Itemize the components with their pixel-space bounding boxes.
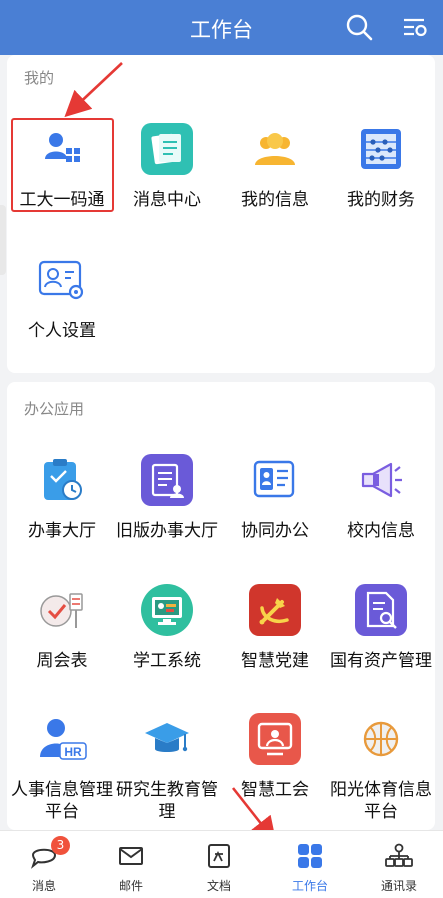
- app-gongda-yimatong[interactable]: 工大一码通: [7, 123, 117, 211]
- meeting-board-icon: [36, 584, 88, 636]
- my-apps-card: 我的 工大一码通 消息中心 我的信息 我的财务 个人设置: [7, 55, 435, 373]
- chat-bubble-icon: 3: [29, 836, 70, 871]
- mail-icon: [116, 841, 146, 871]
- old-service-hall-icon: [141, 454, 193, 506]
- app-label: 智慧工会: [241, 780, 309, 800]
- app-label: 阳光体育信息平台: [330, 780, 432, 822]
- app-smart-union[interactable]: 智慧工会: [220, 713, 330, 801]
- tab-label: 文档: [206, 879, 231, 893]
- app-my-finance[interactable]: 我的财务: [326, 123, 436, 211]
- hr-icon: HR: [36, 713, 88, 765]
- app-my-info[interactable]: 我的信息: [220, 123, 330, 211]
- asset-search-icon: [355, 584, 407, 636]
- app-label: 研究生教育管理: [116, 780, 218, 822]
- app-old-service-hall[interactable]: 旧版办事大厅: [112, 454, 222, 542]
- app-weekly-meeting[interactable]: 周会表: [7, 584, 117, 672]
- unread-badge: 3: [51, 836, 70, 855]
- collaboration-icon: [249, 454, 301, 506]
- tab-label: 邮件: [118, 879, 143, 893]
- side-drawer-handle[interactable]: [0, 205, 6, 275]
- document-icon: [204, 841, 234, 871]
- tab-contacts[interactable]: 通讯录: [355, 831, 443, 898]
- service-hall-icon: [36, 454, 88, 506]
- tab-workbench[interactable]: 工作台: [266, 831, 354, 898]
- office-apps-card: 办公应用 办事大厅 旧版办事大厅 协同办公 校内信息 周会表 学工系统 智慧党建…: [7, 382, 435, 830]
- tab-messages[interactable]: 3 消息: [0, 831, 88, 898]
- app-collaboration[interactable]: 协同办公: [220, 454, 330, 542]
- app-label: 个人设置: [28, 321, 96, 341]
- app-label: 工大一码通: [19, 190, 105, 210]
- tab-label: 消息: [31, 879, 56, 893]
- settings-list-icon[interactable]: [400, 12, 430, 42]
- app-message-center[interactable]: 消息中心: [112, 123, 222, 211]
- search-icon[interactable]: [344, 12, 374, 42]
- app-label: 校内信息: [347, 521, 415, 541]
- app-label: 人事信息管理平台: [11, 780, 113, 822]
- app-label: 消息中心: [133, 190, 201, 210]
- grid-apps-icon: [295, 841, 325, 871]
- page-title: 工作台: [190, 18, 253, 42]
- tab-documents[interactable]: 文档: [175, 831, 263, 898]
- app-label: 周会表: [36, 651, 88, 671]
- section-title-mine: 我的: [24, 69, 55, 87]
- abacus-icon: [355, 123, 407, 175]
- app-label: 学工系统: [133, 651, 201, 671]
- tab-label: 通讯录: [380, 879, 417, 893]
- app-label: 智慧党建: [241, 651, 309, 671]
- personal-settings-icon: [36, 254, 88, 306]
- app-service-hall[interactable]: 办事大厅: [7, 454, 117, 542]
- section-title-office: 办公应用: [24, 400, 85, 418]
- union-icon: [249, 713, 301, 765]
- svg-text:HR: HR: [64, 745, 82, 759]
- tab-label: 工作台: [291, 879, 328, 893]
- top-bar: 工作台: [0, 0, 443, 55]
- app-smart-party[interactable]: 智慧党建: [220, 584, 330, 672]
- app-sunshine-sports[interactable]: 阳光体育信息平台: [326, 713, 436, 823]
- app-student-system[interactable]: 学工系统: [112, 584, 222, 672]
- my-info-icon: [249, 123, 301, 175]
- qr-id-icon: [36, 123, 88, 175]
- app-label: 办事大厅: [28, 521, 96, 541]
- org-chart-icon: [384, 841, 414, 871]
- app-label: 我的财务: [347, 190, 415, 210]
- student-system-icon: [141, 584, 193, 636]
- app-label: 旧版办事大厅: [116, 521, 218, 541]
- app-hr-platform[interactable]: HR 人事信息管理平台: [7, 713, 117, 823]
- graduate-cap-icon: [141, 713, 193, 765]
- app-label: 协同办公: [241, 521, 309, 541]
- bottom-tab-bar: 3 消息 邮件 文档 工作台 通讯录: [0, 830, 443, 898]
- megaphone-icon: [355, 454, 407, 506]
- app-state-assets[interactable]: 国有资产管理: [326, 584, 436, 672]
- app-label: 我的信息: [241, 190, 309, 210]
- app-graduate-education[interactable]: 研究生教育管理: [112, 713, 222, 823]
- app-personal-settings[interactable]: 个人设置: [7, 254, 117, 342]
- app-campus-info[interactable]: 校内信息: [326, 454, 436, 542]
- message-center-icon: [141, 123, 193, 175]
- tab-mail[interactable]: 邮件: [87, 831, 175, 898]
- basketball-icon: [355, 713, 407, 765]
- app-label: 国有资产管理: [330, 651, 432, 671]
- party-emblem-icon: [249, 584, 301, 636]
